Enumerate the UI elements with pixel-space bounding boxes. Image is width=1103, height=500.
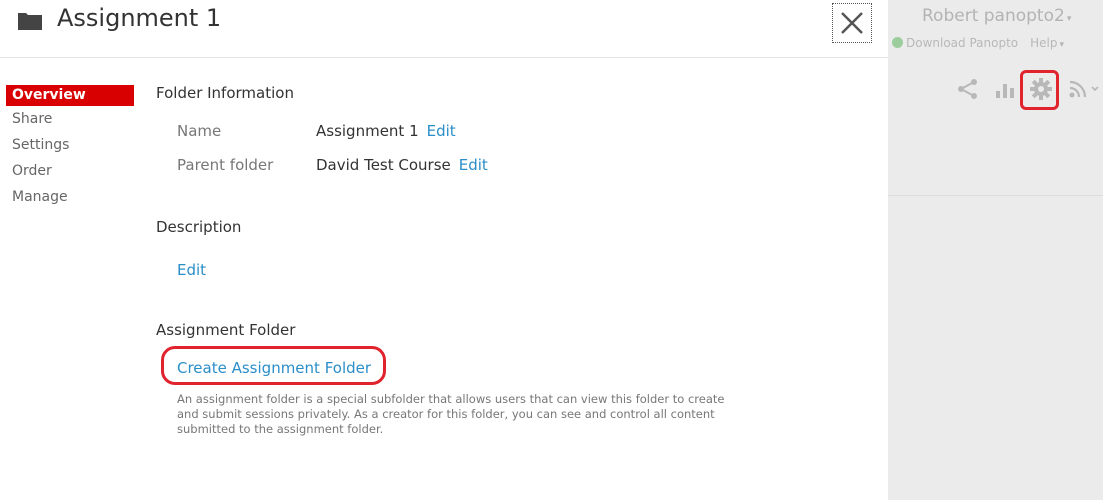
parent-folder-value: David Test Course	[316, 156, 451, 174]
close-button[interactable]	[832, 3, 872, 43]
folder-toolbar	[954, 70, 1103, 110]
nav-item-settings[interactable]: Settings	[6, 133, 134, 159]
name-label: Name	[177, 122, 222, 140]
stats-icon[interactable]	[995, 78, 1015, 104]
create-assignment-highlight-annotation	[161, 346, 386, 385]
folder-icon	[17, 11, 43, 35]
folder-info-heading: Folder Information	[156, 84, 294, 102]
parent-folder-row: David Test Course Edit	[316, 156, 488, 174]
share-icon[interactable]	[957, 78, 979, 104]
background-app-pane: Robert panopto2 ▾ Download Panopto Help ▾	[888, 0, 1103, 500]
header-links: Download Panopto Help ▾	[892, 36, 1064, 50]
help-menu[interactable]: Help ▾	[1030, 36, 1064, 50]
chevron-down-icon: ▾	[1066, 14, 1072, 24]
download-icon	[892, 37, 903, 48]
screen: Robert panopto2 ▾ Download Panopto Help ▾	[0, 0, 1103, 500]
chevron-down-icon: ▾	[1059, 40, 1065, 50]
rss-icon[interactable]	[1068, 78, 1102, 104]
nav-item-overview[interactable]: Overview	[6, 85, 134, 106]
parent-folder-label: Parent folder	[177, 156, 274, 174]
dialog-nav: Overview Share Settings Order Manage	[6, 85, 134, 211]
divider	[888, 195, 1103, 196]
edit-name-link[interactable]: Edit	[427, 122, 456, 140]
gear-highlight-annotation	[1020, 70, 1059, 110]
nav-item-share[interactable]: Share	[6, 107, 134, 133]
download-panopto-link[interactable]: Download Panopto	[892, 36, 1018, 50]
assignment-folder-help-text: An assignment folder is a special subfol…	[177, 392, 725, 436]
nav-item-manage[interactable]: Manage	[6, 185, 134, 211]
nav-item-order[interactable]: Order	[6, 159, 134, 185]
folder-settings-dialog: Assignment 1 Overview Share Settings Ord…	[0, 0, 888, 500]
user-menu[interactable]: Robert panopto2 ▾	[922, 6, 1071, 26]
assignment-folder-heading: Assignment Folder	[156, 321, 296, 339]
edit-description-link[interactable]: Edit	[177, 261, 206, 279]
description-heading: Description	[156, 218, 242, 236]
name-value-row: Assignment 1 Edit	[316, 122, 456, 140]
dialog-title: Assignment 1	[57, 4, 222, 32]
edit-parent-folder-link[interactable]: Edit	[459, 156, 488, 174]
user-name: Robert panopto2	[922, 6, 1065, 26]
name-value: Assignment 1	[316, 122, 419, 140]
close-icon	[841, 12, 863, 34]
dialog-header: Assignment 1	[0, 0, 888, 58]
